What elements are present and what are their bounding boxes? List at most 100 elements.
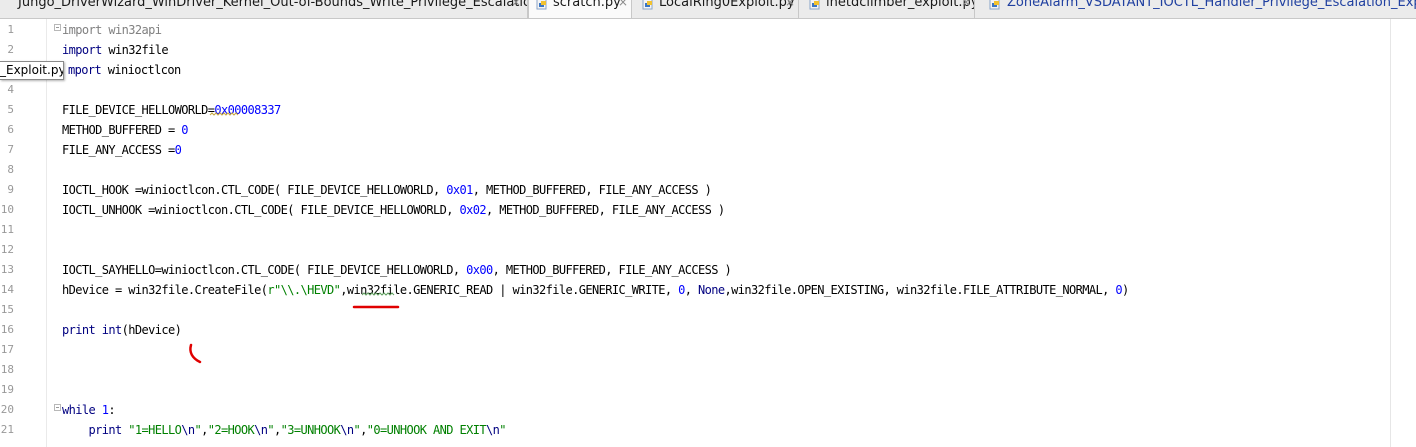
python-file-icon	[642, 0, 653, 10]
tab-label: inetdclimber_exploit.py	[826, 0, 975, 10]
line-number: 2	[7, 43, 14, 56]
tab-jungo-driverwizard[interactable]: Jungo_DriverWizard_WinDriver_Kernel_Out-…	[0, 0, 528, 18]
close-icon[interactable]: ×	[511, 0, 521, 9]
keyword: import	[62, 43, 102, 57]
red-hook-annotation	[189, 343, 202, 364]
code-text: ,win32file.OPEN_EXISTING, win32file.FILE…	[724, 283, 1116, 297]
tab-label: LocalRing0Exploit.py	[659, 0, 795, 10]
code-line-14[interactable]: hDevice = win32file.CreateFile(r"\\.\HEV…	[62, 280, 1129, 300]
line-number: 16	[0, 323, 14, 336]
code-line-20[interactable]: while 1:	[62, 400, 116, 420]
code-text: ,win32file.GENERIC_READ | win32file.GENE…	[340, 283, 679, 297]
line-number: 19	[0, 383, 14, 396]
line-number: 13	[0, 263, 14, 276]
tab-zonealarm-vsdatant[interactable]: ZoneAlarm_VSDATANT_IOCTL_Handler_Privile…	[975, 0, 1416, 18]
code-line-21[interactable]: print "1=HELLO\n","2=HOOK\n","3=UNHOOK\n…	[62, 420, 507, 440]
string-literal: "	[267, 423, 274, 437]
python-file-icon	[809, 0, 820, 10]
code-line-9[interactable]: IOCTL_HOOK =winioctlcon.CTL_CODE( FILE_D…	[62, 180, 712, 200]
code-text: :	[108, 403, 115, 417]
code-line-16[interactable]: print int(hDevice)	[62, 320, 182, 340]
close-icon[interactable]: ×	[618, 0, 628, 9]
number-literal: 0x01	[446, 183, 473, 197]
close-icon[interactable]: ×	[785, 0, 795, 9]
code-text: ,	[684, 283, 698, 297]
string-literal: "1=HELLO	[128, 423, 182, 437]
editor-annotations	[189, 112, 400, 364]
line-number: 5	[7, 103, 14, 116]
code-text: , METHOD_BUFFERED, FILE_ANY_ACCESS )	[492, 263, 732, 277]
line-number: 10	[0, 203, 14, 216]
line-number: 6	[7, 123, 14, 136]
tab-inetdclimber-exploit[interactable]: inetdclimber_exploit.py ×	[799, 0, 975, 18]
keyword: None	[697, 283, 725, 297]
line-number: 12	[0, 243, 14, 256]
line-number: 21	[0, 423, 14, 436]
code-line-5[interactable]: FILE_DEVICE_HELLOWORLD=0x00008337	[62, 100, 281, 120]
string-literal: "0=UNHOOK AND EXIT	[366, 423, 487, 437]
tab-label: scratch.py	[553, 0, 621, 10]
code-text: FILE_ANY_ACCESS =	[62, 143, 175, 157]
escape-seq: \n	[486, 423, 500, 437]
code-text: hDevice = win32file.CreateFile(	[62, 283, 268, 297]
line-number: 11	[0, 223, 14, 236]
escape-seq: \n	[254, 423, 268, 437]
escape-seq: \n	[181, 423, 195, 437]
tab-scratch[interactable]: scratch.py ×	[528, 0, 632, 18]
code-line-6[interactable]: METHOD_BUFFERED = 0	[62, 120, 188, 140]
code-text: win32file	[101, 43, 168, 57]
close-icon[interactable]: ×	[961, 0, 971, 9]
line-number: 18	[0, 363, 14, 376]
code-line-13[interactable]: IOCTL_SAYHELLO=winioctlcon.CTL_CODE( FIL…	[62, 260, 732, 280]
tab-label: ZoneAlarm_VSDATANT_IOCTL_Handler_Privile…	[1007, 0, 1416, 10]
code-text: , METHOD_BUFFERED, FILE_ANY_ACCESS )	[485, 203, 725, 217]
number-literal: 0	[1115, 283, 1122, 297]
string-literal: "2=HOOK	[207, 423, 255, 437]
code-text: ,	[274, 423, 281, 437]
code-text: IOCTL_HOOK =winioctlcon.CTL_CODE( FILE_D…	[62, 183, 447, 197]
python-file-icon	[989, 0, 1000, 10]
keyword: while	[62, 403, 96, 417]
editor-tab-bar: Jungo_DriverWizard_WinDriver_Kernel_Out-…	[0, 0, 1416, 19]
line-number: 15	[0, 303, 14, 316]
string-literal: "	[499, 423, 506, 437]
line-number: 17	[0, 343, 14, 356]
tab-localring0exploit[interactable]: LocalRing0Exploit.py ×	[632, 0, 799, 18]
number-literal: 0x00008337	[214, 103, 281, 117]
keyword: print	[88, 423, 123, 437]
code-line-10[interactable]: IOCTL_UNHOOK =winioctlcon.CTL_CODE( FILE…	[62, 200, 725, 220]
line-number: 7	[7, 143, 14, 156]
python-file-icon	[536, 0, 547, 10]
fold-toggle-icon[interactable]	[54, 24, 61, 31]
line-number: 14	[0, 283, 14, 296]
number-literal: 0	[678, 283, 685, 297]
code-line-2[interactable]: import win32file	[62, 40, 169, 60]
string-literal: "3=UNHOOK	[280, 423, 341, 437]
fold-toggle-icon[interactable]	[54, 404, 61, 411]
line-number: 4	[7, 83, 14, 96]
right-margin-guide	[1390, 19, 1391, 447]
gutter-divider	[46, 19, 47, 447]
line-number: 8	[7, 163, 14, 176]
code-line-1[interactable]: import win32api	[62, 20, 162, 40]
number-literal: 0	[174, 143, 182, 157]
builtin: int	[101, 323, 122, 337]
line-number: 1	[7, 23, 14, 36]
code-text: FILE_DEVICE_HELLOWORLD=	[62, 103, 215, 117]
number-literal: 0	[181, 123, 188, 137]
keyword: mport	[68, 63, 102, 77]
keyword: import	[62, 23, 102, 37]
code-line-7[interactable]: FILE_ANY_ACCESS =0	[62, 140, 182, 160]
string-literal: r"\\.\HEVD"	[267, 283, 341, 297]
code-text: (hDevice)	[121, 323, 182, 337]
tab-label: Jungo_DriverWizard_WinDriver_Kernel_Out-…	[18, 0, 528, 10]
code-text: , METHOD_BUFFERED, FILE_ANY_ACCESS )	[472, 183, 712, 197]
code-text: IOCTL_UNHOOK =winioctlcon.CTL_CODE( FILE…	[62, 203, 460, 217]
code-text: )	[1121, 283, 1129, 297]
tab-tooltip: _Exploit.py	[0, 61, 64, 80]
code-line-3[interactable]: mport winioctlcon	[68, 60, 181, 80]
line-number: 9	[7, 183, 14, 196]
code-text: METHOD_BUFFERED =	[62, 123, 182, 137]
escape-seq: \n	[340, 423, 354, 437]
